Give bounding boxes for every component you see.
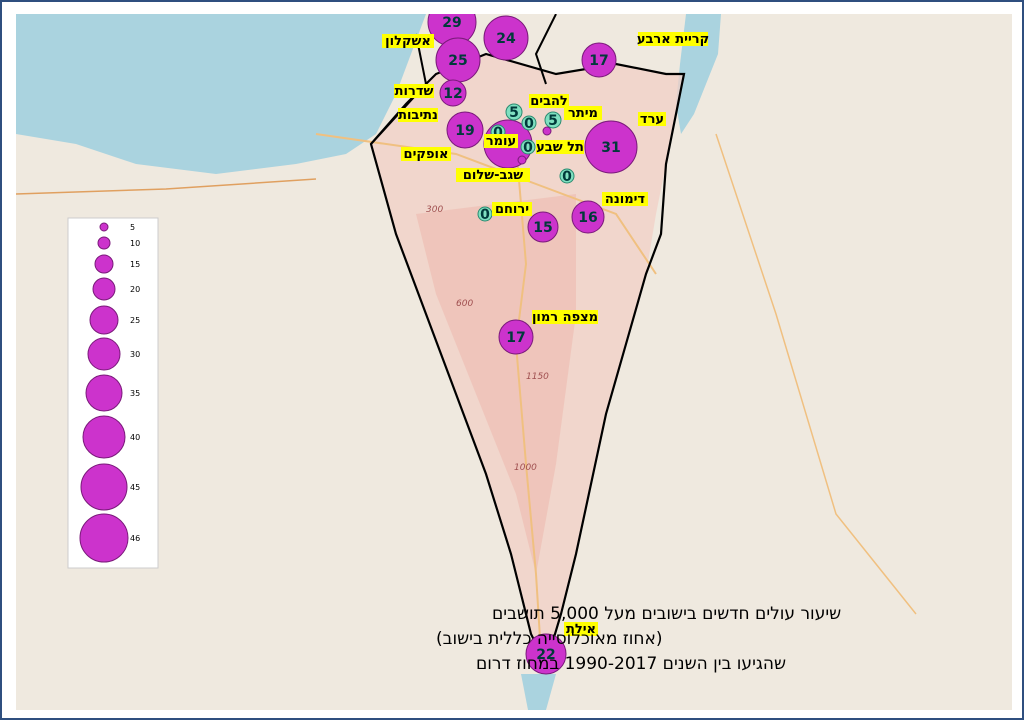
bubble-yeruham[interactable]: 15 [527, 211, 559, 243]
title-line-3: שהגיעו בין השנים 1990-2017 במחוז דרום [476, 654, 786, 674]
bubble-25[interactable]: 25 [435, 37, 481, 83]
bubble-value: 5 [548, 113, 558, 129]
svg-text:קריית ארבע: קריית ארבע [637, 32, 709, 47]
bubble-value: 31 [601, 140, 620, 156]
svg-text:אופקים: אופקים [404, 147, 449, 162]
bubble-dimona[interactable]: 16 [571, 200, 605, 234]
bubble-value: 24 [496, 31, 516, 47]
svg-text:ירוחם: ירוחם [495, 202, 529, 217]
legend-label: 40 [130, 433, 140, 442]
legend-label: 20 [130, 285, 140, 294]
bubble-value: 29 [442, 15, 461, 31]
legend-label: 25 [130, 316, 140, 325]
svg-text:דימונה: דימונה [605, 192, 646, 207]
bubble-value: 16 [578, 210, 597, 226]
label-arad: ערד [638, 112, 666, 127]
bubble-value: 0 [523, 140, 533, 156]
label-ashkelon: אשקלון [382, 34, 434, 49]
map-number: 600 [456, 299, 473, 309]
bubble-value: 17 [506, 330, 525, 346]
svg-text:שגב-שלום: שגב-שלום [463, 168, 523, 183]
map-number: 1150 [526, 372, 549, 382]
bubble-value: 5 [509, 105, 519, 121]
legend-label: 35 [130, 389, 140, 398]
svg-text:נתיבות: נתיבות [398, 108, 438, 123]
legend-label: 46 [130, 534, 140, 543]
bubble-kiryat-arba[interactable]: 17 [581, 42, 617, 78]
map-number: 300 [426, 205, 443, 215]
label-kiryat-arba: קריית ארבע [637, 32, 709, 47]
map-frame: 300 600 1150 1000 29 24 17 25 12 19 5 5 … [0, 0, 1024, 720]
svg-text:ערד: ערד [640, 112, 664, 127]
size-legend: 5 10 15 20 25 30 35 40 45 46 [67, 217, 159, 569]
label-tel-sheva: תל שבע [536, 140, 584, 155]
legend-label: 5 [130, 223, 135, 232]
bubble-24[interactable]: 24 [483, 15, 529, 61]
label-yeruham: ירוחם [492, 202, 532, 217]
bubble-netivot[interactable]: 19 [446, 111, 484, 149]
title-line-1: שיעור עולים חדשים בישובים מעל 5,000 תושב… [492, 604, 841, 624]
map-svg: 300 600 1150 1000 29 24 17 25 12 19 5 5 … [16, 14, 1012, 710]
legend-label: 15 [130, 260, 140, 269]
svg-text:להבים: להבים [530, 94, 568, 109]
bubble-value: 19 [455, 123, 474, 139]
bubble-value: 0 [524, 116, 534, 132]
label-segev-shalom: שגב-שלום [456, 168, 530, 183]
label-dimona: דימונה [602, 192, 648, 207]
legend-label: 10 [130, 239, 140, 248]
bubble-value: 0 [480, 207, 490, 223]
bubble-value: 25 [448, 53, 467, 69]
svg-text:מיתר: מיתר [568, 106, 598, 121]
svg-text:עומר: עומר [486, 134, 516, 149]
label-mitzpe-ramon: מצפה רמון [532, 310, 598, 325]
bubble-value: 17 [589, 53, 608, 69]
bubble-mitzpe-ramon[interactable]: 17 [498, 319, 534, 355]
bubble-sderot[interactable]: 12 [439, 79, 467, 107]
bubble-arad[interactable]: 31 [584, 120, 638, 174]
title-line-2: (אחוז מאוכלוסייה כללית בישוב) [436, 629, 662, 649]
legend-label: 30 [130, 350, 140, 359]
label-ofakim: אופקים [401, 147, 451, 162]
bubble-value: 0 [562, 169, 572, 185]
label-sderot: שדרות [394, 84, 434, 99]
label-netivot: נתיבות [398, 108, 438, 123]
svg-text:תל שבע: תל שבע [536, 140, 584, 155]
label-meitar: מיתר [564, 106, 602, 121]
bubble-value: 15 [533, 220, 552, 236]
map-canvas[interactable]: 300 600 1150 1000 29 24 17 25 12 19 5 5 … [16, 14, 1012, 710]
label-omer: עומר [484, 134, 518, 149]
label-lehavim: להבים [529, 94, 569, 109]
bubble-value: 12 [443, 86, 462, 102]
svg-text:שדרות: שדרות [395, 84, 434, 99]
svg-text:מצפה רמון: מצפה רמון [532, 310, 598, 325]
map-number: 1000 [514, 463, 537, 473]
svg-text:אשקלון: אשקלון [385, 34, 431, 49]
legend-label: 45 [130, 483, 140, 492]
